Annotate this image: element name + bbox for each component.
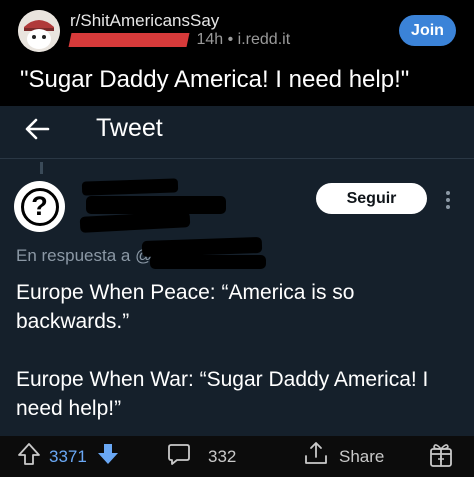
share-button[interactable]: Share [302,436,384,477]
post-domain[interactable]: i.redd.it [238,31,290,48]
upvote-count: 3371 [49,446,87,466]
tweet-line: Europe When Peace: “America is so backwa… [16,281,355,333]
meta-separator: • [227,31,234,48]
question-mark-icon: ? [20,187,59,226]
tweet-header-title: Tweet [96,114,163,142]
redacted-username [68,32,190,47]
post-header: r/ShitAmericansSay 14h • i.redd.it Join [0,0,474,60]
comment-count: 332 [208,446,237,466]
comment-icon [166,441,192,472]
share-label: Share [339,446,385,466]
thread-line [40,162,43,174]
vote-control: 3371 [16,436,121,477]
redacted-reply-handle-2 [150,255,266,269]
header-divider [0,158,474,159]
reply-context: En respuesta a @ [16,246,152,266]
tweet-author-avatar: ? [14,181,65,232]
more-icon [441,189,455,211]
tweet-line: Europe When War: “Sugar Daddy America! I… [16,368,429,420]
back-arrow-icon [24,116,50,142]
join-button[interactable]: Join [399,15,456,46]
reply-prefix: En respuesta a @ [16,246,153,265]
follow-button[interactable]: Seguir [316,183,427,214]
comments-button[interactable]: 332 [166,436,236,477]
post-title[interactable]: "Sugar Daddy America! I need help!" [20,66,409,94]
post-age: 14h [196,31,224,48]
downvote-icon[interactable] [95,441,121,472]
redacted-handle [79,211,191,233]
subreddit-avatar[interactable] [18,10,60,52]
upvote-icon[interactable] [16,441,42,472]
post-meta: 14h • i.redd.it [68,31,290,49]
redacted-display-name [81,178,179,196]
subreddit-name[interactable]: r/ShitAmericansSay [70,11,219,31]
award-button[interactable] [428,436,454,477]
tweet-body: Europe When Peace: “America is so backwa… [16,278,456,423]
award-icon [428,440,454,473]
share-icon [302,440,330,473]
tweet-screenshot[interactable]: Tweet ? Seguir En respuesta a @ Europe W… [0,106,474,436]
post-action-bar: 3371 332 Share [0,436,474,477]
redacted-display-name-2 [86,196,226,214]
